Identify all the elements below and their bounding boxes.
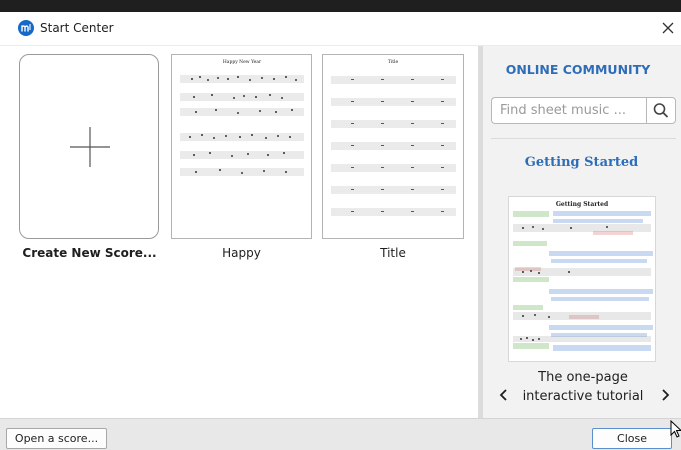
score-thumbnail-title[interactable]: Title — [322, 54, 464, 239]
title-bar: Start Center — [0, 12, 681, 46]
create-new-score-label: Create New Score... — [22, 246, 157, 260]
start-center-window: Start Center Create New Score... Happy N… — [0, 12, 681, 450]
window-title: Start Center — [40, 21, 114, 35]
close-button[interactable]: Close — [592, 428, 672, 449]
score-gallery: Create New Score... Happy New Year Happy… — [0, 46, 480, 418]
musescore-logo-icon — [18, 20, 34, 36]
search-icon — [653, 103, 668, 118]
close-icon[interactable] — [661, 21, 675, 35]
top-edge-strip — [0, 0, 681, 12]
tutorial-thumb-title: Getting Started — [556, 201, 609, 208]
score-label-happy: Happy — [222, 246, 261, 260]
score-thumbnail-happy[interactable]: Happy New Year — [171, 54, 312, 239]
mouse-pointer-icon — [670, 419, 681, 440]
chevron-left-icon[interactable] — [497, 386, 511, 404]
tutorial-caption[interactable]: The one-page interactive tutorial — [513, 368, 653, 406]
footer-bar: Open a score... Close — [0, 418, 681, 450]
section-divider — [491, 138, 676, 139]
online-community-heading: ONLINE COMMUNITY — [505, 62, 651, 77]
tutorial-thumbnail[interactable]: Getting Started — [508, 196, 656, 362]
score-label-title: Title — [380, 246, 406, 260]
search-input[interactable] — [491, 97, 646, 124]
sheet-title-title: Title — [388, 59, 399, 65]
open-score-button[interactable]: Open a score... — [6, 428, 107, 449]
tutorial-caption-line2: interactive tutorial — [522, 389, 644, 404]
tutorial-caption-line1: The one-page — [538, 370, 628, 385]
search-button[interactable] — [646, 97, 676, 124]
chevron-right-icon[interactable] — [658, 386, 672, 404]
online-community-panel: ONLINE COMMUNITY Getting Started Getting… — [483, 46, 681, 418]
plus-icon — [70, 127, 110, 167]
getting-started-heading: Getting Started — [524, 155, 639, 170]
create-new-score-tile[interactable] — [19, 54, 159, 239]
sheet-title-happy: Happy New Year — [223, 59, 262, 65]
